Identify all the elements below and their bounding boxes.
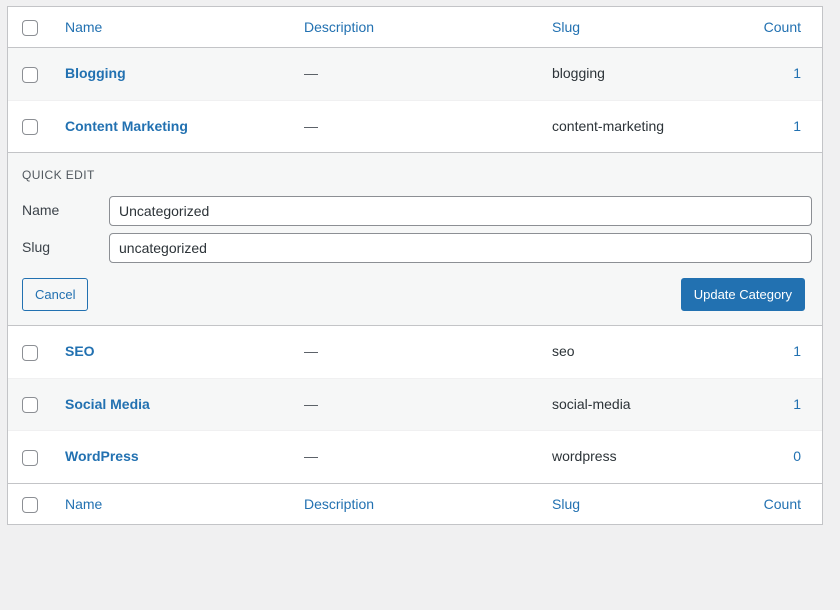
quick-edit-name-label: Name [22,201,109,221]
select-all-checkbox[interactable] [22,20,38,36]
quick-edit-legend: QUICK EDIT [8,167,822,196]
row-description-cell: — [304,326,552,379]
categories-table-panel: Name Description Slug Count Blogging — b… [7,6,823,525]
column-footer-slug[interactable]: Slug [552,484,742,525]
row-name-cell: SEO [52,326,304,379]
table-row: Blogging — blogging 1 [8,48,822,101]
select-all-checkbox-footer[interactable] [22,497,38,513]
row-checkbox[interactable] [22,397,38,413]
count-link[interactable]: 1 [793,396,801,412]
description-value: — [304,448,318,464]
row-slug-cell: seo [552,326,742,379]
categories-table: Name Description Slug Count Blogging — b… [8,7,822,524]
row-slug-cell: content-marketing [552,100,742,153]
row-select-cell [8,326,52,379]
quick-edit-name-input[interactable] [109,196,812,226]
row-checkbox[interactable] [22,119,38,135]
column-header-slug[interactable]: Slug [552,7,742,48]
quick-edit-form: QUICK EDIT Name Slug Cancel Update Categ… [8,153,822,325]
quick-edit-cell: QUICK EDIT Name Slug Cancel Update Categ… [8,153,822,326]
row-slug-cell: wordpress [552,431,742,484]
slug-value: social-media [552,396,631,412]
quick-edit-slug-row: Slug [8,233,822,270]
row-description-cell: — [304,48,552,101]
table-header-row: Name Description Slug Count [8,7,822,48]
description-value: — [304,118,318,134]
row-count-cell: 0 [742,431,822,484]
slug-value: seo [552,343,575,359]
category-name-link[interactable]: Blogging [65,65,126,81]
select-all-footer [8,484,52,525]
quick-edit-slug-label: Slug [22,238,109,258]
row-name-cell: Blogging [52,48,304,101]
table-footer: Name Description Slug Count [8,484,822,525]
quick-edit-slug-input[interactable] [109,233,812,263]
table-body: Blogging — blogging 1 Content Marketing [8,48,822,484]
slug-value: blogging [552,65,605,81]
row-count-cell: 1 [742,100,822,153]
row-description-cell: — [304,100,552,153]
description-value: — [304,396,318,412]
row-count-cell: 1 [742,48,822,101]
row-count-cell: 1 [742,378,822,431]
row-checkbox[interactable] [22,67,38,83]
description-value: — [304,343,318,359]
row-select-cell [8,431,52,484]
row-select-cell [8,48,52,101]
count-link[interactable]: 1 [793,343,801,359]
table-header: Name Description Slug Count [8,7,822,48]
row-slug-cell: social-media [552,378,742,431]
category-name-link[interactable]: SEO [65,343,95,359]
slug-value: content-marketing [552,118,664,134]
table-row: SEO — seo 1 [8,326,822,379]
table-row: Social Media — social-media 1 [8,378,822,431]
description-value: — [304,65,318,81]
category-name-link[interactable]: Social Media [65,396,150,412]
count-link[interactable]: 1 [793,118,801,134]
count-link[interactable]: 0 [793,448,801,464]
quick-edit-actions: Cancel Update Category [8,270,822,311]
row-count-cell: 1 [742,326,822,379]
row-checkbox[interactable] [22,450,38,466]
slug-value: wordpress [552,448,617,464]
column-footer-description[interactable]: Description [304,484,552,525]
table-row: WordPress — wordpress 0 [8,431,822,484]
row-select-cell [8,100,52,153]
category-name-link[interactable]: Content Marketing [65,118,188,134]
column-header-name[interactable]: Name [52,7,304,48]
column-header-count[interactable]: Count [742,7,822,48]
column-header-description[interactable]: Description [304,7,552,48]
row-name-cell: Social Media [52,378,304,431]
table-footer-row: Name Description Slug Count [8,484,822,525]
quick-edit-name-row: Name [8,196,822,233]
quick-edit-row: QUICK EDIT Name Slug Cancel Update Categ… [8,153,822,326]
table-row: Content Marketing — content-marketing 1 [8,100,822,153]
row-checkbox[interactable] [22,345,38,361]
cancel-button[interactable]: Cancel [22,278,88,311]
count-link[interactable]: 1 [793,65,801,81]
update-category-button[interactable]: Update Category [681,278,805,311]
row-description-cell: — [304,431,552,484]
row-slug-cell: blogging [552,48,742,101]
row-select-cell [8,378,52,431]
column-footer-count[interactable]: Count [742,484,822,525]
column-footer-name[interactable]: Name [52,484,304,525]
select-all-header [8,7,52,48]
row-description-cell: — [304,378,552,431]
row-name-cell: WordPress [52,431,304,484]
category-name-link[interactable]: WordPress [65,448,139,464]
row-name-cell: Content Marketing [52,100,304,153]
